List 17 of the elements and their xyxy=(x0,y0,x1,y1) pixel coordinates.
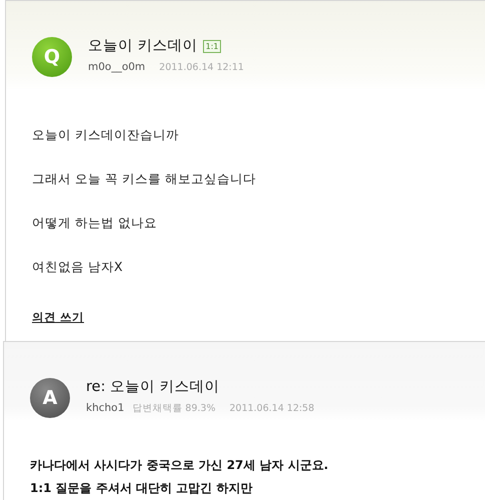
author-name[interactable]: m0o__o0m xyxy=(88,60,146,76)
answer-title: re: 오늘이 키스데이 xyxy=(86,378,221,396)
question-title: 오늘이 키스데이 xyxy=(88,37,198,55)
answer-text: 카나다에서 사시다가 중국으로 가신 27세 남자 시군요. xyxy=(30,457,330,474)
answer-text: 1:1 질문을 주셔서 대단히 고맙긴 하지만 xyxy=(30,480,254,497)
author-name[interactable]: khcho1 xyxy=(86,401,124,417)
adoption-rate: 답변채택률 89.3% xyxy=(132,402,216,416)
post-date: 2011.06.14 12:11 xyxy=(159,60,244,75)
question-text: 그래서 오늘 꼭 키스를 해보고싶습니다 xyxy=(32,170,257,188)
avatar-icon: A xyxy=(30,378,70,418)
question-text: 여친없음 남자X xyxy=(32,258,124,276)
question-text: 어떻게 하는법 없나요 xyxy=(32,214,158,232)
post-date: 2011.06.14 12:58 xyxy=(229,402,314,416)
question-text: 오늘이 키스데이잔습니까 xyxy=(32,126,180,144)
comment-link[interactable]: 의견 쓰기 xyxy=(32,309,84,326)
avatar-icon: Q xyxy=(32,37,72,77)
one-to-one-badge: 1:1 xyxy=(202,40,222,52)
